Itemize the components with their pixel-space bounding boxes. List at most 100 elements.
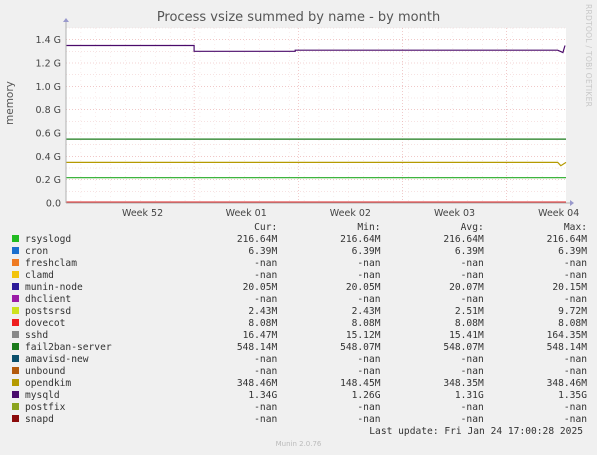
legend-value-cur: -nan (254, 402, 278, 413)
x-tick-label: Week 01 (226, 208, 267, 219)
legend-value-cur: -nan (254, 354, 278, 365)
legend-value-cur: 16.47M (242, 330, 278, 341)
legend-row: clamd -nan -nan -nan -nan (12, 270, 587, 282)
legend-swatch (12, 415, 19, 422)
legend-swatch (12, 283, 19, 290)
legend-value-max: -nan (563, 270, 587, 281)
legend-swatch (12, 319, 19, 326)
x-tick-label: Week 03 (434, 208, 475, 219)
legend-entry: postsrsd (12, 306, 174, 318)
legend-row: mysqld 1.34G 1.26G 1.31G 1.35G (12, 390, 587, 402)
legend-value-avg: 15.41M (449, 330, 484, 341)
legend-value-max: -nan (563, 258, 587, 269)
x-axis-arrow (570, 200, 574, 206)
x-tick-label: Week 52 (122, 208, 163, 219)
chart-title: Process vsize summed by name - by month (156, 10, 441, 25)
legend-value-avg: -nan (460, 354, 484, 365)
legend-value-min: -nan (357, 270, 381, 281)
legend-value-max: -nan (563, 414, 587, 425)
legend-swatch (12, 379, 19, 386)
legend-series-name: opendkim (25, 378, 72, 389)
legend-header-cur: Cur: (254, 222, 278, 233)
legend-value-min: -nan (357, 414, 381, 425)
legend-swatch (12, 343, 19, 350)
legend-row: amavisd-new -nan -nan -nan -nan (12, 354, 587, 366)
legend-entry: rsyslogd (12, 234, 174, 246)
legend-series-name: amavisd-new (25, 354, 89, 365)
legend-swatch (12, 259, 19, 266)
legend-value-cur: -nan (254, 366, 278, 377)
y-tick-label: 1.0 G (36, 82, 62, 93)
legend-swatch (12, 403, 19, 410)
legend-entry: sshd (12, 330, 174, 342)
legend-series-name: fail2ban-server (25, 342, 112, 353)
legend-value-cur: 216.64M (236, 234, 278, 245)
y-tick-label: 1.4 G (36, 35, 62, 46)
legend-value-max: 348.46M (546, 378, 587, 389)
legend-value-max: 20.15M (552, 282, 587, 293)
y-tick-label: 0.4 G (36, 152, 62, 163)
legend-entry: opendkim (12, 378, 174, 390)
legend-entry: munin-node (12, 282, 174, 294)
legend-entry: dovecot (12, 318, 174, 330)
legend-value-max: 9.72M (558, 306, 587, 317)
legend-swatch (12, 271, 19, 278)
legend-value-max: 1.35G (558, 390, 587, 401)
legend-header-min: Min: (357, 222, 381, 233)
y-tick-label: 0.0 (46, 199, 61, 210)
legend-series-name: unbound (25, 366, 66, 377)
legend-value-min: 548.07M (340, 342, 381, 353)
legend-value-cur: 20.05M (242, 282, 278, 293)
legend-entry: fail2ban-server (12, 342, 174, 354)
legend-value-avg: -nan (460, 366, 484, 377)
legend-value-min: 148.45M (340, 378, 381, 389)
legend-value-avg: 348.35M (443, 378, 484, 389)
legend-value-avg: 6.39M (454, 246, 484, 257)
legend-series-name: cron (25, 246, 49, 257)
legend-value-max: -nan (563, 366, 587, 377)
legend-header-max: Max: (563, 222, 587, 233)
legend-row: dhclient -nan -nan -nan -nan (12, 294, 587, 306)
legend-series-name: snapd (25, 414, 54, 425)
legend-entry: clamd (12, 270, 174, 282)
legend-series-name: mysqld (25, 390, 60, 401)
x-tick-label: Week 04 (538, 208, 579, 219)
legend-value-avg: -nan (460, 270, 484, 281)
legend-row: sshd 16.47M 15.12M 15.41M 164.35M (12, 330, 587, 342)
legend-value-min: -nan (357, 258, 381, 269)
legend-entry: snapd (12, 414, 174, 426)
legend: Cur: Min: Avg: Max: rsyslogd 216.64M 216.6… (12, 222, 587, 426)
legend-value-avg: 2.51M (454, 306, 484, 317)
legend-value-cur: 6.39M (248, 246, 278, 257)
legend-series-name: postsrsd (25, 306, 72, 317)
legend-swatch (12, 307, 19, 314)
legend-series-name: dovecot (25, 318, 66, 329)
legend-value-cur: 348.46M (236, 378, 278, 389)
legend-value-cur: 8.08M (248, 318, 278, 329)
legend-swatch (12, 391, 19, 398)
y-tick-label: 0.8 G (36, 105, 62, 116)
legend-swatch (12, 295, 19, 302)
legend-row: opendkim 348.46M 148.45M 348.35M 348.46M (12, 378, 587, 390)
legend-header-avg: Avg: (460, 222, 484, 233)
legend-series-name: clamd (25, 270, 54, 281)
legend-value-avg: 548.07M (443, 342, 484, 353)
legend-row: dovecot 8.08M 8.08M 8.08M 8.08M (12, 318, 587, 330)
x-tick-label: Week 02 (330, 208, 371, 219)
legend-swatch (12, 247, 19, 254)
legend-row: snapd -nan -nan -nan -nan (12, 414, 587, 426)
chart-plot: 0.0 0.2 G 0.4 G 0.6 G 0.8 G 1.0 G 1.2 G 1.4 G We… (36, 18, 579, 219)
legend-value-max: -nan (563, 354, 587, 365)
legend-swatch (12, 367, 19, 374)
legend-value-max: 164.35M (546, 330, 587, 341)
legend-value-min: 216.64M (340, 234, 381, 245)
legend-value-avg: -nan (460, 294, 484, 305)
y-tick-label: 0.6 G (36, 129, 62, 140)
legend-series-name: freshclam (25, 258, 77, 269)
legend-value-avg: -nan (460, 402, 484, 413)
legend-swatch (12, 355, 19, 362)
legend-value-min: -nan (357, 402, 381, 413)
legend-entry: postfix (12, 402, 174, 414)
legend-entry: mysqld (12, 390, 174, 402)
legend-entry: freshclam (12, 258, 174, 270)
